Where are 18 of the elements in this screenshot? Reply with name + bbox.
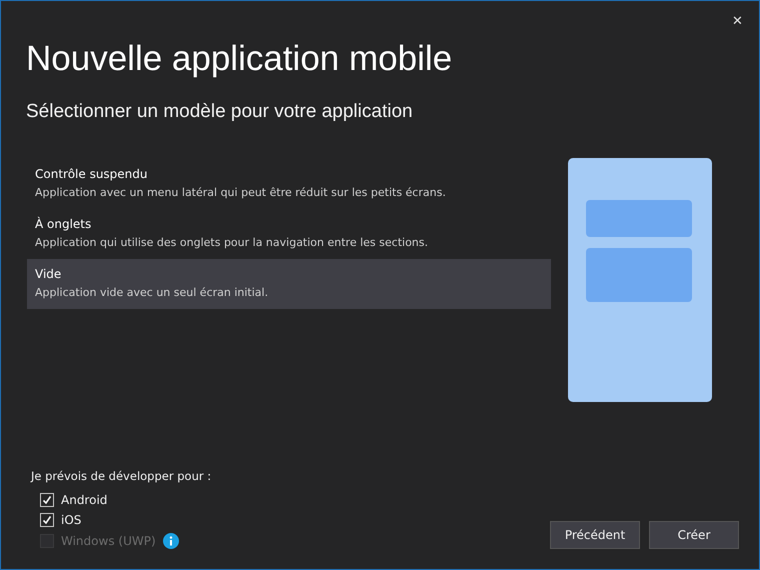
template-description: Application vide avec un seul écran initial. bbox=[35, 286, 270, 299]
subtitle: Sélectionner un modèle pour votre application bbox=[26, 101, 414, 123]
window-title: Nouvelle application mobile bbox=[26, 39, 454, 79]
platforms-label: Je prévois de développer pour : bbox=[31, 469, 212, 483]
template-name: À onglets bbox=[35, 217, 92, 231]
template-description: Application avec un menu latéral qui peut être réduit sur les petits écrans. bbox=[35, 186, 447, 199]
template-description: Application qui utilise des onglets pour la navigation entre les sections. bbox=[35, 236, 429, 249]
template-item[interactable]: Vide Application vide avec un seul écran initial. bbox=[27, 259, 551, 309]
template-name: Vide bbox=[35, 267, 62, 281]
template-name: Contrôle suspendu bbox=[35, 167, 149, 181]
checkbox-label: Windows (UWP) bbox=[61, 534, 156, 548]
template-item[interactable]: À onglets Application qui utilise des onglets pour la navigation entre les sections. bbox=[27, 209, 551, 259]
checkbox-label: iOS bbox=[61, 513, 82, 527]
template-item[interactable]: Contrôle suspendu Application avec un menu latéral qui peut être réduit sur les petits écrans. bbox=[27, 159, 551, 209]
close-button[interactable]: ✕ bbox=[726, 9, 749, 32]
dialog-button[interactable]: Créer bbox=[649, 521, 739, 549]
checkbox-label: Android bbox=[61, 493, 108, 507]
dialog-button[interactable]: Précédent bbox=[550, 521, 640, 549]
